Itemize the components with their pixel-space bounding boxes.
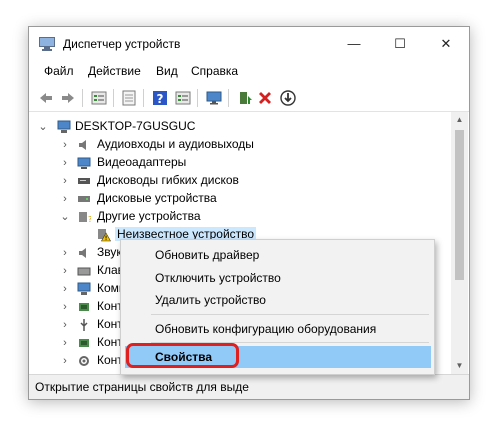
collapse-chevron-icon[interactable]: ⌄ xyxy=(37,118,49,136)
status-text: Открытие страницы свойств для выде xyxy=(35,380,249,394)
computer-icon xyxy=(57,120,71,133)
disk-drive-icon xyxy=(78,196,90,202)
controller-icon xyxy=(79,303,89,311)
menu-view[interactable]: Вид xyxy=(156,64,178,78)
settings-device-icon xyxy=(79,356,89,366)
menu-file[interactable]: Файл xyxy=(44,64,74,78)
toolbar: ? xyxy=(29,85,469,112)
device-manager-app-icon xyxy=(39,37,55,51)
back-arrow-icon[interactable] xyxy=(38,90,54,106)
tree-item-audio[interactable]: › Аудиовходы и аудиовыходы xyxy=(29,136,451,154)
tree-item-label: Конт xyxy=(97,335,123,349)
keyboard-icon xyxy=(77,267,91,276)
expand-chevron-icon[interactable]: › xyxy=(59,334,71,352)
tree-item-video[interactable]: › Видеоадаптеры xyxy=(29,154,451,172)
display-adapter-icon xyxy=(77,157,91,169)
menu-item-uninstall-device[interactable]: Удалить устройство xyxy=(121,289,434,311)
minimize-button[interactable]: — xyxy=(331,27,377,61)
scrollbar-thumb[interactable] xyxy=(455,130,464,280)
expand-chevron-icon[interactable]: › xyxy=(59,316,71,334)
title-bar[interactable]: Диспетчер устройств — ☐ ✕ xyxy=(29,27,469,61)
svg-text:?: ? xyxy=(157,92,164,106)
forward-arrow-icon[interactable] xyxy=(60,90,76,106)
status-bar: Открытие страницы свойств для выде xyxy=(29,374,469,399)
tree-item-label: Дисководы гибких дисков xyxy=(97,173,239,187)
properties-icon[interactable] xyxy=(91,90,107,106)
tree-root-row[interactable]: ⌄ DESKTOP-7GUSGUC xyxy=(29,118,451,136)
device-list-icon[interactable] xyxy=(121,90,137,106)
toolbar-separator xyxy=(82,89,83,107)
menu-item-label: Удалить устройство xyxy=(155,293,266,307)
maximize-button[interactable]: ☐ xyxy=(377,27,423,61)
toolbar-separator xyxy=(228,89,229,107)
tree-item-label: Аудиовходы и аудиовыходы xyxy=(97,137,254,151)
controller-icon xyxy=(79,339,89,347)
expand-chevron-icon[interactable]: › xyxy=(59,244,71,262)
expand-chevron-icon[interactable]: › xyxy=(59,352,71,370)
update-driver-icon[interactable] xyxy=(237,90,253,106)
expand-chevron-icon[interactable]: › xyxy=(59,136,71,154)
view-icon[interactable] xyxy=(175,90,191,106)
scan-download-icon[interactable] xyxy=(280,90,296,106)
menu-item-label: Обновить драйвер xyxy=(155,248,260,262)
menu-help[interactable]: Справка xyxy=(191,64,238,78)
tree-item-other-devices[interactable]: ⌄ ? Другие устройства xyxy=(29,208,451,226)
tree-item-label: Звук xyxy=(97,245,122,259)
menu-item-label: Отключить устройство xyxy=(155,271,281,285)
menu-item-label: Обновить конфигурацию оборудования xyxy=(155,322,377,336)
expand-chevron-icon[interactable]: › xyxy=(59,298,71,316)
toolbar-separator xyxy=(113,89,114,107)
usb-icon xyxy=(80,319,88,331)
tree-item-disks[interactable]: › Дисковые устройства xyxy=(29,190,451,208)
toolbar-separator xyxy=(197,89,198,107)
scroll-down-arrow-icon[interactable]: ▼ xyxy=(451,358,468,374)
monitor-icon[interactable] xyxy=(206,90,222,106)
tree-item-label: Видеоадаптеры xyxy=(97,155,187,169)
tree-item-label: Другие устройства xyxy=(97,209,201,223)
menu-item-disable-device[interactable]: Отключить устройство xyxy=(121,267,434,289)
help-icon[interactable]: ? xyxy=(152,90,168,106)
menu-item-update-driver[interactable]: Обновить драйвер xyxy=(121,244,434,266)
menu-separator xyxy=(151,314,429,315)
floppy-drive-icon xyxy=(78,178,90,184)
menu-action[interactable]: Действие xyxy=(88,64,141,78)
expand-chevron-icon[interactable]: › xyxy=(59,190,71,208)
expand-chevron-icon[interactable]: › xyxy=(59,154,71,172)
warning-device-icon xyxy=(98,229,111,242)
window-title: Диспетчер устройств xyxy=(63,37,181,51)
menu-item-scan-hardware[interactable]: Обновить конфигурацию оборудования xyxy=(121,318,434,340)
tree-item-label: Конт xyxy=(97,317,123,331)
tree-item-label: Дисковые устройства xyxy=(97,191,217,205)
tree-item-label: Конт xyxy=(97,299,123,313)
computer-icon xyxy=(77,282,91,295)
toolbar-separator xyxy=(143,89,144,107)
scroll-up-arrow-icon[interactable]: ▲ xyxy=(451,112,468,128)
uninstall-icon[interactable] xyxy=(257,90,273,106)
close-button[interactable]: ✕ xyxy=(423,27,469,61)
annotation-highlight-ring xyxy=(126,343,239,368)
tree-root-label: DESKTOP-7GUSGUC xyxy=(75,119,196,133)
collapse-chevron-icon[interactable]: ⌄ xyxy=(59,208,71,226)
expand-chevron-icon[interactable]: › xyxy=(59,280,71,298)
vertical-scrollbar[interactable]: ▲ ▼ xyxy=(451,112,468,374)
menu-bar: Файл Действие Вид Справка xyxy=(29,61,469,83)
expand-chevron-icon[interactable]: › xyxy=(59,262,71,280)
expand-chevron-icon[interactable]: › xyxy=(59,172,71,190)
speaker-icon xyxy=(79,140,86,150)
svg-text:?: ? xyxy=(88,215,91,224)
speaker-icon xyxy=(79,248,86,258)
other-devices-icon: ? xyxy=(79,212,91,224)
tree-item-label: Конт xyxy=(97,353,123,367)
tree-item-floppy[interactable]: › Дисководы гибких дисков xyxy=(29,172,451,190)
